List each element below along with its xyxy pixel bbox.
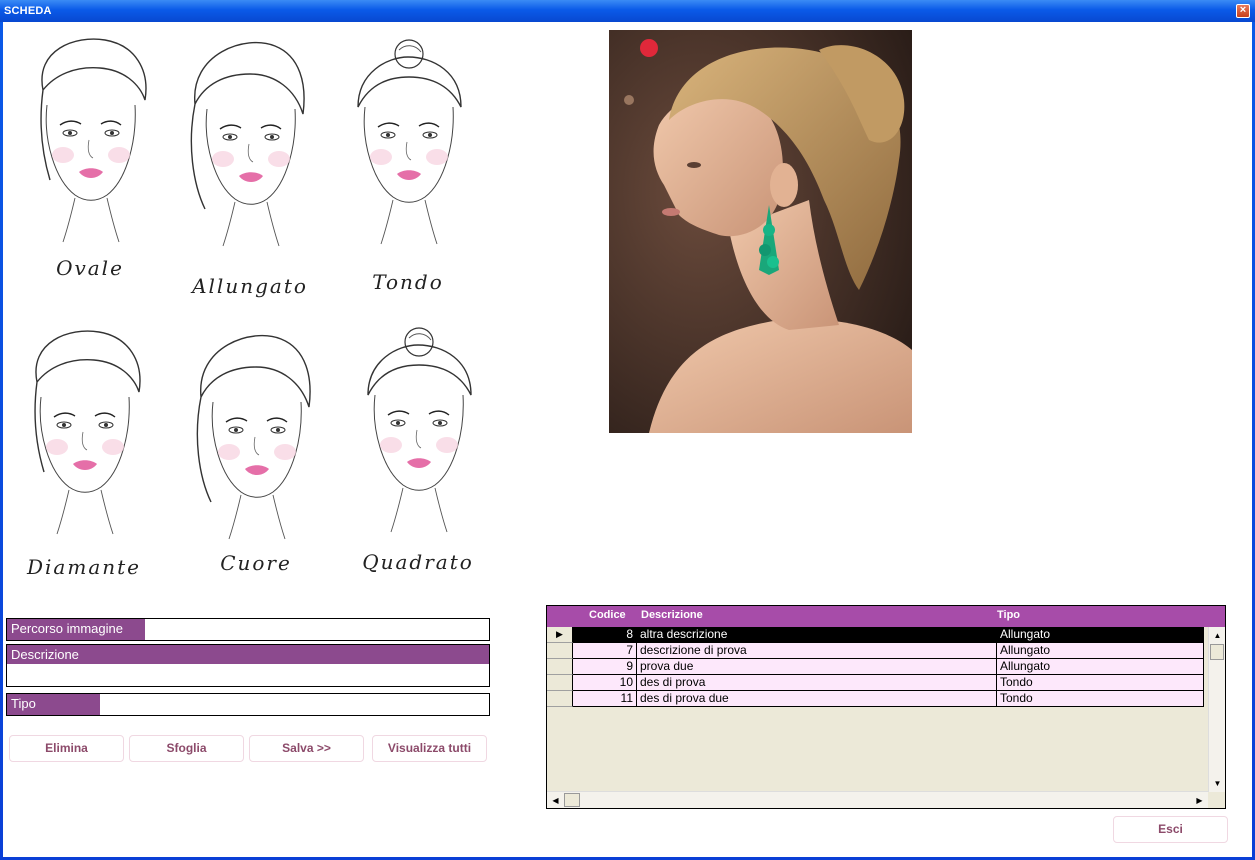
cell-descrizione[interactable]: prova due [637,659,997,675]
face-illustration [357,39,462,245]
column-header-tipo[interactable]: Tipo [997,609,1020,621]
cell-descrizione[interactable]: des di prova [637,675,997,691]
type-field-row: Tipo [6,693,490,716]
path-input[interactable] [146,619,489,640]
save-button[interactable]: Salva >> [249,735,364,762]
table-row[interactable]: 10 des di prova Tondo [547,675,1205,691]
column-header-descrizione[interactable]: Descrizione [641,609,703,621]
path-field-row: Percorso immagine [6,618,490,641]
face-shape-tondo: Tondo [333,32,483,294]
cell-codice[interactable]: 7 [573,643,637,659]
table-row[interactable]: 11 des di prova due Tondo [547,691,1205,707]
cell-descrizione[interactable]: des di prova due [637,691,997,707]
title-bar[interactable]: SCHEDA × [0,0,1255,22]
preview-photo [609,30,912,433]
cell-tipo[interactable]: Tondo [997,691,1204,707]
path-label: Percorso immagine [7,619,145,640]
type-label: Tipo [7,694,100,715]
table-row[interactable]: ▶ 8 altra descrizione Allungato [547,627,1205,643]
delete-button[interactable]: Elimina [9,735,124,762]
face-shape-quadrato: Quadrato [343,320,493,574]
cell-tipo[interactable]: Allungato [997,643,1204,659]
cell-codice[interactable]: 10 [573,675,637,691]
face-shape-cuore: Cuore [181,327,331,577]
current-row-icon: ▶ [556,629,563,639]
face-shape-ovale: Ovale [15,30,165,280]
face-illustration [190,41,305,247]
face-shape-label: Allungato [192,274,308,298]
cell-tipo[interactable]: Allungato [997,627,1204,643]
horizontal-scrollbar[interactable]: ◀ ▶ [547,791,1208,808]
scroll-up-icon[interactable]: ▲ [1210,628,1225,643]
cell-descrizione[interactable]: altra descrizione [637,627,997,643]
face-shape-label: Diamante [27,555,141,579]
cell-codice[interactable]: 8 [573,627,637,643]
show-all-button[interactable]: Visualizza tutti [372,735,487,762]
scroll-down-icon[interactable]: ▼ [1210,776,1225,791]
face-shape-diamante: Diamante [9,322,159,579]
face-illustration [34,330,141,535]
grid-header: Codice Descrizione Tipo [547,606,1225,627]
row-selector[interactable] [547,691,573,707]
app-window: SCHEDA × Ovale Allungato Tondo Diamante Cuor… [0,0,1255,860]
exit-button[interactable]: Esci [1113,816,1228,843]
client-area: Ovale Allungato Tondo Diamante Cuore Quadrato [3,22,1252,857]
table-row[interactable]: 9 prova due Allungato [547,659,1205,675]
face-shape-label: Quadrato [362,550,474,574]
records-grid[interactable]: Codice Descrizione Tipo ▶ 8 altra descrizi… [546,605,1226,809]
face-shape-label: Cuore [220,551,292,575]
row-selector[interactable] [547,643,573,659]
close-icon[interactable]: × [1236,4,1250,18]
cell-codice[interactable]: 9 [573,659,637,675]
face-shape-label: Tondo [372,270,444,294]
cell-codice[interactable]: 11 [573,691,637,707]
row-selector[interactable] [547,675,573,691]
window-title: SCHEDA [4,5,52,17]
description-field-row: Descrizione [6,644,490,687]
type-input[interactable] [101,694,489,715]
face-shape-allungato: Allungato [175,34,325,298]
face-illustration [367,327,472,533]
description-label: Descrizione [7,645,489,664]
row-selector[interactable] [547,659,573,675]
row-selector[interactable]: ▶ [547,627,573,643]
cell-descrizione[interactable]: descrizione di prova [637,643,997,659]
scroll-right-icon[interactable]: ▶ [1192,793,1207,808]
vertical-scrollbar[interactable]: ▲ ▼ [1208,627,1225,792]
cell-tipo[interactable]: Tondo [997,675,1204,691]
hscroll-thumb[interactable] [564,793,580,807]
table-row[interactable]: 7 descrizione di prova Allungato [547,643,1205,659]
browse-button[interactable]: Sfoglia [129,735,244,762]
scroll-thumb[interactable] [1210,644,1224,660]
description-input[interactable] [7,664,489,686]
face-shape-label: Ovale [56,256,124,280]
face-illustration [196,334,311,540]
scroll-left-icon[interactable]: ◀ [548,793,563,808]
cell-tipo[interactable]: Allungato [997,659,1204,675]
face-illustration [40,38,147,243]
column-header-codice[interactable]: Codice [589,609,626,621]
